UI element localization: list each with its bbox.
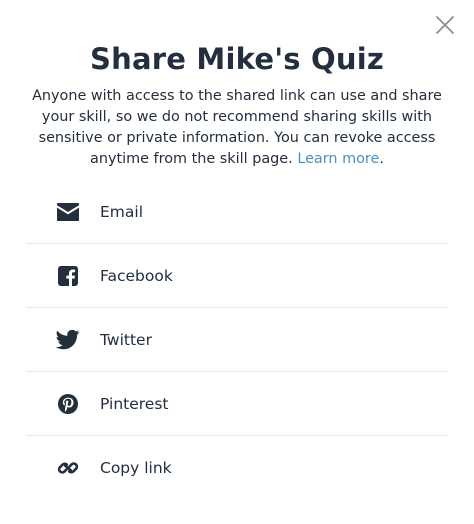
share-facebook-label: Facebook xyxy=(100,266,173,285)
pinterest-icon xyxy=(56,392,80,416)
share-facebook-option[interactable]: Facebook xyxy=(26,244,448,308)
share-pinterest-option[interactable]: Pinterest xyxy=(26,372,448,436)
facebook-icon xyxy=(56,264,80,288)
share-twitter-label: Twitter xyxy=(100,330,152,349)
share-copy-link-label: Copy link xyxy=(100,458,172,477)
share-email-label: Email xyxy=(100,202,144,221)
share-copy-link-option[interactable]: Copy link xyxy=(26,436,448,499)
share-options-list: Email Facebook Twitter Pinterest Copy li… xyxy=(0,180,474,499)
close-icon[interactable] xyxy=(435,15,455,35)
description-period: . xyxy=(379,151,384,167)
close-button[interactable] xyxy=(432,12,458,38)
link-icon xyxy=(56,456,80,480)
dialog-description: Anyone with access to the shared link ca… xyxy=(24,86,450,170)
twitter-icon xyxy=(56,328,80,352)
share-pinterest-label: Pinterest xyxy=(100,394,169,413)
dialog-title: Share Mike's Quiz xyxy=(90,42,384,76)
learn-more-link[interactable]: Learn more xyxy=(297,151,379,167)
share-email-option[interactable]: Email xyxy=(26,180,448,244)
share-twitter-option[interactable]: Twitter xyxy=(26,308,448,372)
envelope-icon xyxy=(56,200,80,224)
share-dialog: Share Mike's Quiz Anyone with access to … xyxy=(0,0,474,524)
